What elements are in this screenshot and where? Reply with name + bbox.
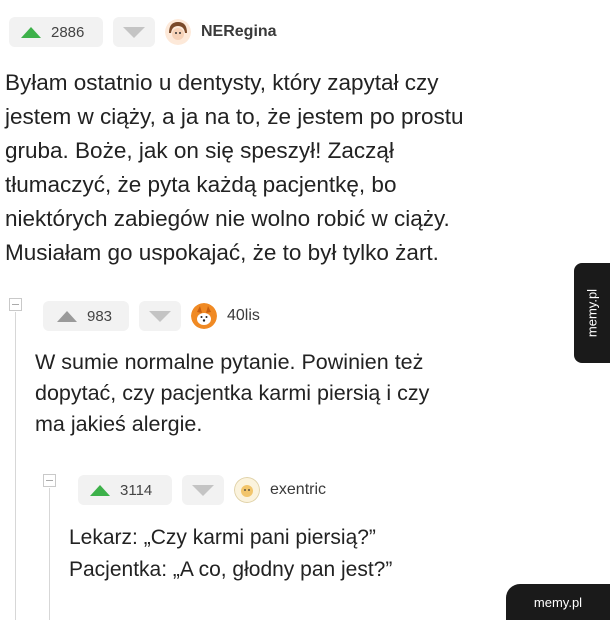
collapse-thread-button[interactable] [9,298,22,311]
side-watermark: memy.pl [574,263,610,363]
collapse-thread-button[interactable] [43,474,56,487]
downvote-button[interactable] [182,475,224,505]
username[interactable]: NERegina [201,23,277,41]
thread-line [49,488,50,620]
upvote-arrow-icon [90,484,110,496]
side-watermark-label: memy.pl [584,288,600,338]
upvote-arrow-icon [21,26,41,38]
comment-3-text: Lekarz: „Czy karmi pani piersią?” Pacjen… [69,526,393,581]
comment-1-text: Byłam ostatnio u dentysty, który zapytał… [5,70,464,265]
user-avatar-fox-icon[interactable] [191,303,217,329]
downvote-arrow-icon [192,484,214,496]
comment-1-vote-bar: 2886 NERegina [9,17,277,47]
downvote-arrow-icon [123,26,145,38]
upvote-button[interactable]: 2886 [9,17,103,47]
downvote-button[interactable] [139,301,181,331]
thread-line [15,312,16,620]
user-avatar-default-icon[interactable] [234,477,260,503]
score-count: 983 [87,307,113,325]
upvote-button[interactable]: 983 [43,301,129,331]
downvote-arrow-icon [149,310,171,322]
comment-2-text: W sumie normalne pytanie. Powinien też d… [35,350,430,436]
comment-2-vote-bar: 983 40lis [43,301,260,331]
score-count: 2886 [51,23,85,41]
user-avatar-girl-icon[interactable] [165,19,191,45]
username[interactable]: 40lis [227,307,260,325]
comment-3-vote-bar: 3114 exentric [78,475,326,505]
username[interactable]: exentric [270,481,326,499]
corner-watermark: memy.pl [506,584,610,620]
score-count: 3114 [120,481,153,499]
downvote-button[interactable] [113,17,155,47]
upvote-button[interactable]: 3114 [78,475,172,505]
upvote-arrow-icon [57,310,77,322]
